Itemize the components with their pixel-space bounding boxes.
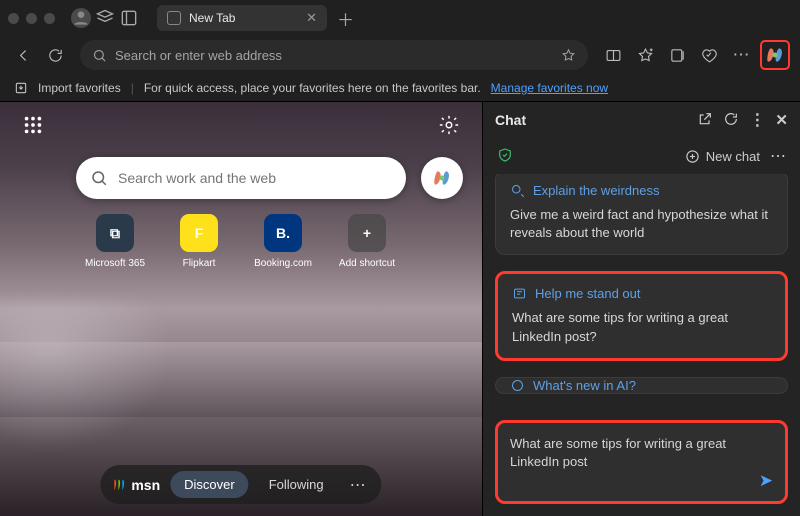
- more-icon[interactable]: ⋮: [749, 110, 765, 130]
- favorites-hint: For quick access, place your favorites h…: [144, 81, 481, 95]
- browser-tab[interactable]: New Tab ✕: [157, 5, 327, 31]
- favorites-bar: Import favorites | For quick access, pla…: [0, 74, 800, 102]
- ntp-feed-bar: msn Discover Following ⋯: [100, 465, 381, 504]
- copilot-icon: [765, 45, 785, 65]
- shortcut-booking[interactable]: B. Booking.com: [256, 214, 310, 269]
- shortcut-microsoft-365[interactable]: ⧉ Microsoft 365: [88, 214, 142, 269]
- divider: |: [131, 81, 134, 95]
- ntp-search-input[interactable]: [118, 170, 392, 186]
- collections-icon[interactable]: [664, 42, 690, 68]
- new-tab-page: ⧉ Microsoft 365 F Flipkart B. Booking.com +…: [0, 102, 482, 516]
- manage-favorites-link[interactable]: Manage favorites now: [491, 81, 608, 95]
- flipkart-icon: F: [180, 214, 218, 252]
- main-area: ⧉ Microsoft 365 F Flipkart B. Booking.com +…: [0, 102, 800, 516]
- window-titlebar: New Tab ✕ ＋: [0, 0, 800, 36]
- booking-icon: B.: [264, 214, 302, 252]
- feed-more-icon[interactable]: ⋯: [344, 475, 372, 495]
- send-icon[interactable]: ➤: [759, 471, 773, 491]
- reload-button[interactable]: [42, 42, 68, 68]
- browser-essentials-icon[interactable]: [696, 42, 722, 68]
- browser-toolbar: Search or enter web address ⋯: [0, 36, 800, 74]
- app-launcher-icon[interactable]: [22, 114, 44, 136]
- card-title: What's new in AI?: [533, 378, 636, 393]
- shortcut-label: Microsoft 365: [85, 258, 145, 269]
- shortcut-label: Add shortcut: [339, 258, 395, 269]
- address-bar-placeholder: Search or enter web address: [115, 48, 282, 63]
- copilot-chat-panel: Chat ⋮ ✕ New chat ⋯ Explain the weirdnes…: [482, 102, 800, 516]
- card-body: What are some tips for writing a great L…: [512, 309, 771, 345]
- m365-icon: ⧉: [96, 214, 134, 252]
- ntp-shortcuts: ⧉ Microsoft 365 F Flipkart B. Booking.com +…: [88, 214, 394, 269]
- suggestion-card[interactable]: What's new in AI?: [495, 377, 788, 394]
- address-bar[interactable]: Search or enter web address: [80, 40, 588, 70]
- new-tab-button[interactable]: ＋: [337, 6, 354, 31]
- suggestion-card-highlighted[interactable]: Help me stand out What are some tips for…: [495, 271, 788, 360]
- ntp-search-box[interactable]: [76, 157, 406, 199]
- tab-discover[interactable]: Discover: [170, 471, 249, 498]
- back-button[interactable]: [10, 42, 36, 68]
- tab-following[interactable]: Following: [255, 471, 338, 498]
- chat-title: Chat: [495, 112, 526, 128]
- zoom-window-icon[interactable]: [44, 13, 55, 24]
- sparkle-icon: [510, 183, 525, 198]
- card-title: Explain the weirdness: [533, 183, 659, 198]
- refresh-icon[interactable]: [723, 111, 739, 130]
- search-icon: [92, 48, 107, 63]
- card-body: Give me a weird fact and hypothesize wha…: [510, 206, 773, 242]
- tab-title: New Tab: [189, 11, 235, 25]
- sparkle-icon: [510, 378, 525, 393]
- search-icon: [90, 169, 108, 187]
- open-external-icon[interactable]: [697, 111, 713, 130]
- import-favorites-link[interactable]: Import favorites: [38, 81, 121, 95]
- add-shortcut-button[interactable]: + Add shortcut: [340, 214, 394, 269]
- workspaces-icon[interactable]: [95, 8, 115, 28]
- close-window-icon[interactable]: [8, 13, 19, 24]
- card-title: Help me stand out: [535, 286, 641, 301]
- shortcut-label: Flipkart: [183, 258, 216, 269]
- chat-header: Chat ⋮ ✕: [483, 102, 800, 138]
- ntp-copilot-button[interactable]: [421, 157, 463, 199]
- plus-icon: +: [348, 214, 386, 252]
- chat-input-box[interactable]: What are some tips for writing a great L…: [495, 420, 788, 504]
- new-chat-button[interactable]: New chat: [685, 149, 760, 164]
- minimize-window-icon[interactable]: [26, 13, 37, 24]
- favorites-icon[interactable]: [632, 42, 658, 68]
- suggestion-card[interactable]: Explain the weirdness Give me a weird fa…: [495, 174, 788, 255]
- shortcut-label: Booking.com: [254, 258, 312, 269]
- new-chat-label: New chat: [706, 149, 760, 164]
- window-traffic-lights[interactable]: [8, 13, 67, 24]
- tab-favicon-icon: [167, 11, 181, 25]
- close-tab-icon[interactable]: ✕: [306, 10, 317, 26]
- tab-actions-icon[interactable]: [119, 8, 139, 28]
- split-screen-icon[interactable]: [600, 42, 626, 68]
- chat-subheader: New chat ⋯: [483, 138, 800, 174]
- favorite-star-icon[interactable]: [561, 48, 576, 63]
- chat-input-text[interactable]: What are some tips for writing a great L…: [510, 435, 773, 471]
- close-panel-icon[interactable]: ✕: [775, 111, 788, 129]
- shield-icon[interactable]: [497, 147, 513, 166]
- chat-more-icon[interactable]: ⋯: [770, 146, 786, 166]
- chat-suggestions: Explain the weirdness Give me a weird fa…: [483, 174, 800, 410]
- copilot-icon: [432, 168, 452, 188]
- more-menu-icon[interactable]: ⋯: [728, 42, 754, 68]
- shortcut-flipkart[interactable]: F Flipkart: [172, 214, 226, 269]
- sparkle-icon: [512, 286, 527, 301]
- msn-brand[interactable]: msn: [110, 477, 160, 493]
- profile-icon[interactable]: [71, 8, 91, 28]
- copilot-button[interactable]: [760, 40, 790, 70]
- msn-label: msn: [131, 477, 160, 493]
- settings-gear-icon[interactable]: [438, 114, 460, 136]
- import-icon: [14, 81, 28, 95]
- msn-icon: [110, 477, 126, 493]
